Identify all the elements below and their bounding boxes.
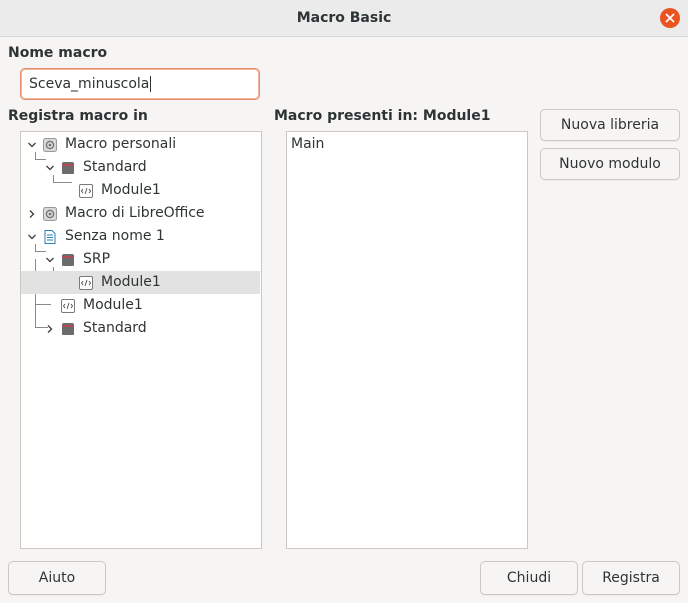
library-icon xyxy=(62,162,74,174)
new-library-button[interactable]: Nuova libreria xyxy=(540,109,680,141)
tree-item-label: Macro personali xyxy=(65,136,177,152)
tree-item-label: Module1 xyxy=(101,274,161,290)
chevron-down-icon[interactable] xyxy=(26,133,38,156)
macro-name-value: Sceva_minuscola xyxy=(29,76,150,92)
library-tree[interactable]: Macro personali Standard Module1 Macro d… xyxy=(20,131,262,549)
tree-item-standard-doc[interactable]: Standard xyxy=(21,317,260,340)
tree-item-module1-doc[interactable]: Module1 xyxy=(21,294,260,317)
window-title: Macro Basic xyxy=(296,10,392,26)
chevron-right-icon[interactable] xyxy=(26,202,38,225)
tree-item-label: Standard xyxy=(83,320,147,336)
macro-list-item[interactable]: Main xyxy=(291,133,324,156)
tree-item-macro-personali[interactable]: Macro personali xyxy=(21,133,260,156)
close-window-button[interactable] xyxy=(660,8,680,28)
library-icon xyxy=(62,323,74,335)
tree-item-label: Macro di LibreOffice xyxy=(65,205,205,221)
module-icon xyxy=(79,184,93,198)
tree-item-label: Module1 xyxy=(101,182,161,198)
close-button[interactable]: Chiudi xyxy=(480,561,578,595)
module-icon xyxy=(79,276,93,290)
tree-item-macro-libreoffice[interactable]: Macro di LibreOffice xyxy=(21,202,260,225)
tree-item-senza-nome[interactable]: Senza nome 1 xyxy=(21,225,260,248)
existing-macros-label: Macro presenti in: Module1 xyxy=(274,108,491,124)
macro-name-input[interactable]: Sceva_minuscola xyxy=(20,68,260,100)
tree-item-label: SRP xyxy=(83,251,111,267)
tree-item-label: Module1 xyxy=(83,297,143,313)
text-caret xyxy=(150,76,152,92)
help-button[interactable]: Aiuto xyxy=(8,561,106,595)
close-icon xyxy=(665,13,675,23)
tree-item-label: Senza nome 1 xyxy=(65,228,165,244)
tree-item-module1-selected[interactable]: Module1 xyxy=(21,271,260,294)
tree-item-standard[interactable]: Standard xyxy=(21,156,260,179)
chevron-down-icon[interactable] xyxy=(26,225,38,248)
library-icon xyxy=(62,254,74,266)
document-icon xyxy=(44,230,56,244)
existing-macros-list[interactable]: Main xyxy=(286,131,528,549)
macro-container-icon xyxy=(43,207,57,221)
tree-item-label: Standard xyxy=(83,159,147,175)
tree-item-srp[interactable]: SRP xyxy=(21,248,260,271)
title-bar: Macro Basic xyxy=(0,0,688,37)
chevron-right-icon[interactable] xyxy=(44,317,56,340)
save-button[interactable]: Registra xyxy=(582,561,680,595)
save-in-label: Registra macro in xyxy=(8,108,148,124)
new-module-button[interactable]: Nuovo modulo xyxy=(540,148,680,180)
macro-name-label: Nome macro xyxy=(8,45,108,61)
module-icon xyxy=(61,299,75,313)
chevron-down-icon[interactable] xyxy=(44,156,56,179)
tree-item-module1[interactable]: Module1 xyxy=(21,179,260,202)
chevron-down-icon[interactable] xyxy=(44,248,56,271)
macro-container-icon xyxy=(43,138,57,152)
